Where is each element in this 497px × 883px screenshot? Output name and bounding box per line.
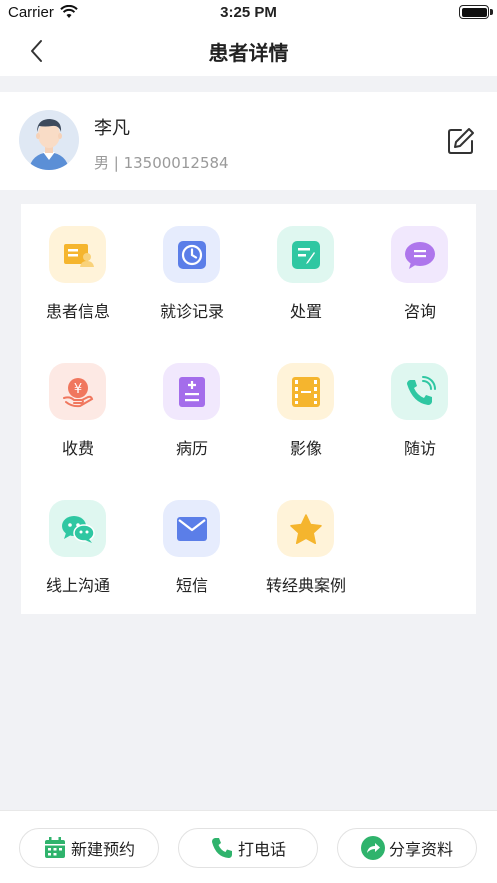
patient-gender-phone: 男 | 13500012584 [94,154,229,172]
menu-label: 咨询 [403,302,436,321]
wechat-icon [49,500,106,557]
menu-item-imaging[interactable]: 影像 [249,341,363,461]
menu-item-consult[interactable]: 咨询 [363,204,477,324]
menu-item-medical-record[interactable]: 病历 [135,341,249,461]
menu-item-visit-records[interactable]: 就诊记录 [135,204,249,324]
menu-label: 随访 [403,439,436,458]
function-grid: 患者信息 就诊记录 处置 咨询 ¥ 收费 病历 影像 随访 线上沟通 短信 转经… [21,204,476,614]
clock-icon [163,226,220,283]
edit-icon [448,128,474,154]
page-title: 患者详情 [208,41,289,65]
menu-label: 病历 [175,439,208,458]
call-button[interactable]: 打电话 [178,828,318,868]
menu-item-disposal[interactable]: 处置 [249,204,363,324]
menu-label: 患者信息 [45,302,110,321]
menu-item-classic-case[interactable]: 转经典案例 [249,478,363,598]
menu-label: 收费 [61,439,94,458]
calendar-icon [43,836,67,860]
navigation-bar: 患者详情 [0,26,497,76]
patient-name: 李凡 [94,118,130,139]
patient-profile-card: 李凡 男 | 13500012584 [0,92,497,190]
menu-label: 影像 [289,439,322,458]
status-bar: Carrier 3:25 PM [0,0,497,26]
doctor-avatar-icon [19,110,79,170]
yuan-hand-icon: ¥ [49,363,106,420]
menu-label: 转经典案例 [265,576,346,595]
share-materials-label: 分享资料 [388,840,453,859]
menu-label: 线上沟通 [45,576,110,595]
medical-record-icon [163,363,220,420]
share-materials-button[interactable]: 分享资料 [337,828,477,868]
envelope-icon [163,500,220,557]
menu-label: 处置 [289,302,322,321]
menu-item-follow-up[interactable]: 随访 [363,341,477,461]
svg-text:¥: ¥ [73,382,81,397]
id-card-icon [49,226,106,283]
phone-icon [210,836,234,860]
share-arrow-icon [360,836,385,860]
menu-item-sms[interactable]: 短信 [135,478,249,598]
bottom-action-bar: 新建预约 打电话 分享资料 [0,810,497,883]
status-time: 3:25 PM [220,4,277,21]
note-edit-icon [277,226,334,283]
menu-item-online-chat[interactable]: 线上沟通 [21,478,135,598]
new-appointment-label: 新建预约 [70,840,135,859]
menu-label: 短信 [175,576,208,595]
film-icon [277,363,334,420]
avatar [19,110,79,170]
menu-item-charge[interactable]: ¥ 收费 [21,341,135,461]
edit-button[interactable] [446,126,476,156]
chat-bubble-icon [391,226,448,283]
phone-call-icon [391,363,448,420]
battery-icon [459,5,489,19]
menu-item-patient-info[interactable]: 患者信息 [21,204,135,324]
menu-label: 就诊记录 [159,302,224,321]
call-label: 打电话 [237,840,286,859]
battery-tip [490,9,493,15]
star-icon [277,500,334,557]
new-appointment-button[interactable]: 新建预约 [19,828,159,868]
